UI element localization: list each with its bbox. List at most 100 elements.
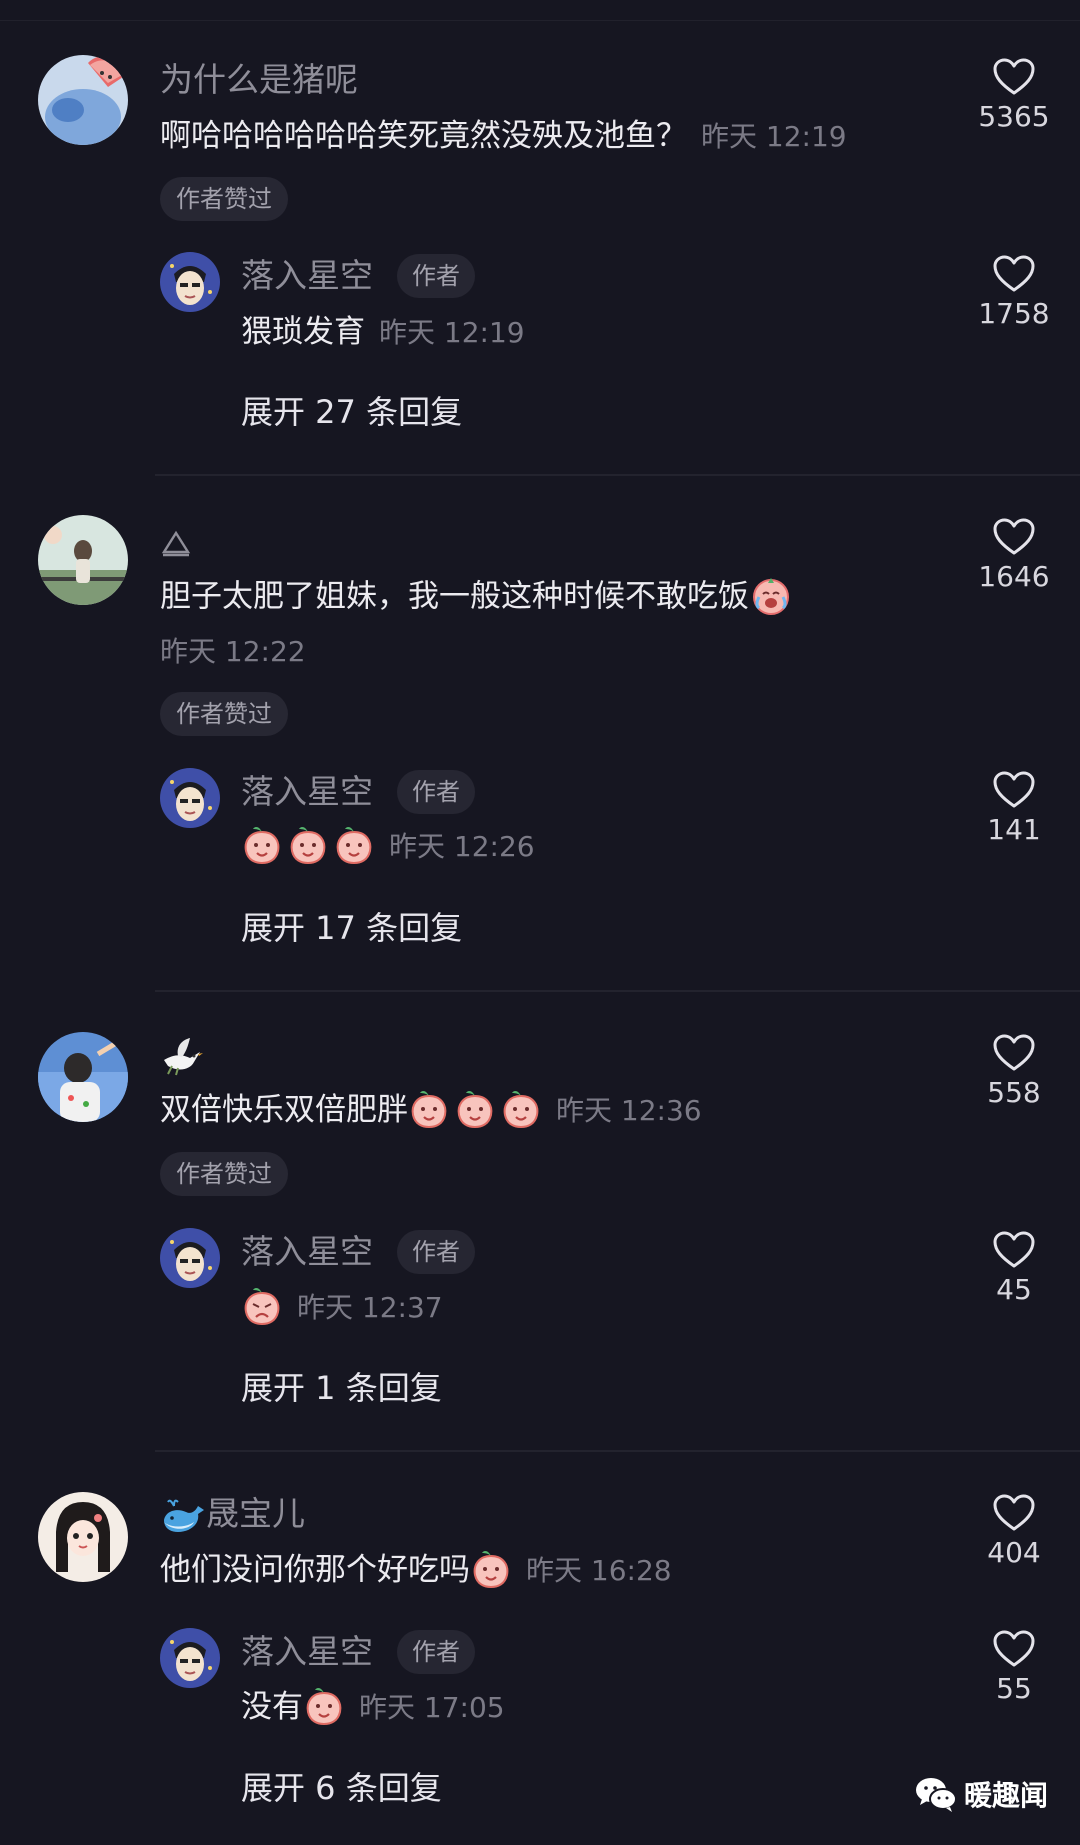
watermark: 暖趣闻: [914, 1774, 1048, 1814]
comment-body: 双倍快乐双倍肥胖: [160, 1092, 408, 1128]
comment-feed: 为什么是猪呢 啊哈哈哈哈哈哈笑死竟然没殃及池鱼？ 昨天 12:19 作者赞过 53…: [0, 0, 1080, 1845]
commenter-name[interactable]: [160, 520, 192, 560]
reply-body: 猥琐发育: [241, 314, 365, 350]
avatar[interactable]: [38, 515, 128, 605]
top-divider: [0, 20, 1080, 21]
like-button[interactable]: 404: [954, 1494, 1074, 1570]
like-count: 1758: [978, 297, 1050, 330]
watermark-text: 暖趣闻: [964, 1779, 1049, 1812]
like-button[interactable]: 45: [954, 1231, 1074, 1307]
avatar-image: [38, 1492, 128, 1582]
author-tag: 作者: [397, 770, 475, 814]
comment-time: 昨天 12:36: [556, 1094, 702, 1127]
commenter-name[interactable]: 为什么是猪呢: [160, 60, 358, 100]
comment-body: 啊哈哈哈哈哈哈笑死竟然没殃及池鱼？: [160, 118, 687, 154]
heart-icon: [993, 1494, 1035, 1531]
comment-text: 啊哈哈哈哈哈哈笑死竟然没殃及池鱼？ 昨天 12:19: [160, 116, 847, 157]
peach-pout-emoji: [241, 1285, 283, 1327]
avatar-image: [160, 768, 220, 828]
delta-glyph-icon: [161, 530, 191, 556]
like-count: 558: [987, 1076, 1041, 1109]
heart-icon: [993, 771, 1035, 808]
heart-icon: [993, 1630, 1035, 1667]
reply-time: 昨天 12:19: [379, 316, 525, 349]
expand-replies-button[interactable]: 展开 1 条回复: [241, 1368, 442, 1408]
heart-icon: [993, 58, 1035, 95]
comment-text: 他们没问你那个好吃吗 昨天 16:28: [160, 1550, 672, 1593]
comment-time: 昨天 12:22: [160, 635, 306, 668]
author-tag: 作者: [397, 1230, 475, 1274]
reply-avatar[interactable]: [160, 1628, 220, 1688]
reply-avatar[interactable]: [160, 252, 220, 312]
like-count: 141: [987, 813, 1041, 846]
reply-avatar[interactable]: [160, 768, 220, 828]
peach-emoji: [500, 1088, 542, 1130]
reply-text: 没有 昨天 17:05: [241, 1687, 505, 1730]
author-tag: 作者: [397, 254, 475, 298]
commenter-name[interactable]: 晟宝儿: [160, 1494, 305, 1536]
author-liked-badge: 作者赞过: [160, 692, 288, 736]
whale-icon: [164, 1499, 204, 1532]
divider: [155, 474, 1080, 476]
avatar[interactable]: [38, 1492, 128, 1582]
expand-replies-button[interactable]: 展开 17 条回复: [241, 908, 462, 948]
divider: [155, 1450, 1080, 1452]
expand-replies-button[interactable]: 展开 6 条回复: [241, 1768, 442, 1808]
comment-time: 昨天 16:28: [526, 1554, 672, 1587]
reply-author-name[interactable]: 落入星空: [241, 772, 373, 812]
reply-body: 没有: [241, 1689, 303, 1725]
like-count: 45: [996, 1273, 1032, 1306]
reply-avatar[interactable]: [160, 1228, 220, 1288]
divider: [155, 990, 1080, 992]
avatar-image: [160, 252, 220, 312]
like-count: 5365: [978, 100, 1050, 133]
avatar-image: [160, 1228, 220, 1288]
author-tag: 作者: [397, 1630, 475, 1674]
peach-emoji: [287, 824, 329, 866]
reply-time: 昨天 12:37: [297, 1291, 443, 1324]
reply-text: 猥琐发育 昨天 12:19: [241, 312, 525, 353]
commenter-name-text: 晟宝儿: [206, 1494, 305, 1533]
author-liked-badge: 作者赞过: [160, 1152, 288, 1196]
author-liked-badge: 作者赞过: [160, 177, 288, 221]
dove-icon: [164, 1037, 203, 1075]
reply-author-name[interactable]: 落入星空: [241, 256, 373, 296]
reply-text: 昨天 12:26: [241, 826, 535, 869]
wechat-icon: [916, 1778, 957, 1812]
reply-text: 昨天 12:37: [241, 1287, 443, 1330]
like-button[interactable]: 141: [954, 771, 1074, 847]
peach-emoji: [470, 1548, 512, 1590]
like-button[interactable]: 558: [954, 1034, 1074, 1110]
comment-time: 昨天 12:19: [701, 120, 847, 153]
reply-author-name[interactable]: 落入星空: [241, 1232, 373, 1272]
heart-icon: [993, 1231, 1035, 1268]
like-count: 404: [987, 1536, 1041, 1569]
heart-icon: [993, 1034, 1035, 1071]
comment-text: 胆子太肥了姐妹，我一般这种时候不敢吃饭: [160, 576, 793, 620]
like-button[interactable]: 1646: [954, 518, 1074, 594]
heart-icon: [993, 255, 1035, 292]
expand-replies-button[interactable]: 展开 27 条回复: [241, 392, 462, 432]
comment-body: 他们没问你那个好吃吗: [160, 1552, 470, 1588]
avatar-image: [38, 55, 128, 145]
peach-emoji: [241, 824, 283, 866]
comment-body: 胆子太肥了姐妹，我一般这种时候不敢吃饭: [160, 578, 749, 615]
peach-emoji: [408, 1088, 450, 1130]
peach-emoji: [333, 824, 375, 866]
avatar-image: [38, 515, 128, 605]
avatar[interactable]: [38, 1032, 128, 1122]
avatar-image: [38, 1032, 128, 1122]
peach-emoji: [303, 1685, 345, 1727]
comment-text: 双倍快乐双倍肥胖 昨天 12:36: [160, 1090, 702, 1133]
avatar-image: [160, 1628, 220, 1688]
peach-emoji: [454, 1088, 496, 1130]
like-button[interactable]: 55: [954, 1630, 1074, 1706]
reply-author-name[interactable]: 落入星空: [241, 1632, 373, 1672]
like-button[interactable]: 1758: [954, 255, 1074, 331]
reply-time: 昨天 12:26: [389, 830, 535, 863]
avatar[interactable]: [38, 55, 128, 145]
like-count: 1646: [978, 560, 1050, 593]
like-button[interactable]: 5365: [954, 58, 1074, 134]
commenter-name[interactable]: [160, 1034, 204, 1076]
crying-laugh-emoji: [749, 573, 793, 617]
